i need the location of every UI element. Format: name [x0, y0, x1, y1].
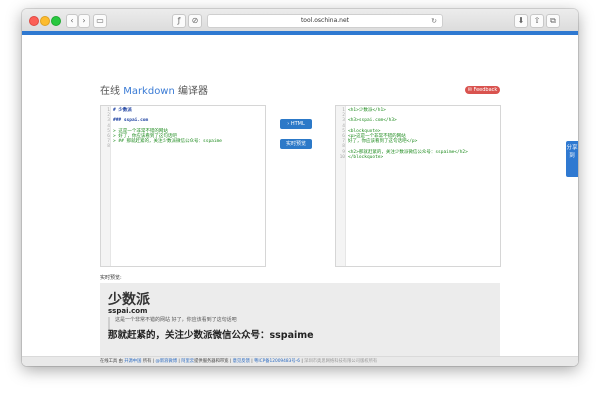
title-highlight: Markdown — [123, 86, 175, 97]
preview-quote-text: 这是一个非常不错的网站 好了，你应该看到了这句话吧 — [115, 317, 237, 323]
line-number: 8 — [107, 144, 110, 150]
code-text: <h3>sspai.com</h3> — [348, 118, 397, 124]
back-icon: ‹ — [70, 16, 74, 25]
site-footer: 在线工具 由 开源中国 所有 | @新浪微博 | 阿里云提供服务器和带宽 | 意… — [22, 356, 578, 366]
extension-button[interactable]: ƒ — [172, 14, 186, 28]
markdown-line: 8 — [103, 144, 222, 149]
code-text: 好了，你应该看到了这句话吧</p> — [348, 139, 418, 145]
block-button[interactable]: ⊘ — [188, 14, 202, 28]
preview-heading-3: sspai.com — [108, 307, 148, 315]
footer-text: 提供服务器和带宽 | — [194, 359, 233, 364]
sidebar-icon: ▭ — [96, 16, 104, 25]
title-prefix: 在线 — [100, 86, 124, 97]
code-text: # 少数派 — [113, 108, 132, 113]
browser-window: ‹ › ▭ ƒ ⊘ tool.oschina.net ↻ ⬇ ⇧ ⧉ 在线 Ma… — [22, 9, 578, 366]
page-title: 在线 Markdown 编译器 — [100, 82, 208, 97]
html-lines: 1 <h1>少数派</h1> 2 3 <h3>sspai.com</h3> 4 5 <bloc… — [338, 108, 468, 160]
code-text: </blockquote> — [348, 154, 384, 160]
code-text: <h1>少数派</h1> — [348, 108, 386, 113]
footer-link-aliyun[interactable]: 阿里云 — [181, 359, 194, 364]
browser-toolbar: ‹ › ▭ ƒ ⊘ tool.oschina.net ↻ ⬇ ⇧ ⧉ — [22, 9, 578, 32]
markdown-lines: 1 # 少数派 2 3 ### sspai.com 4 5 > 这是一个非常不错的网站 6 > 好… — [103, 108, 222, 150]
reload-icon[interactable]: ↻ — [431, 15, 437, 27]
footer-text: 所有 | — [141, 359, 156, 364]
html-output-editor[interactable]: 1 <h1>少数派</h1> 2 3 <h3>sspai.com</h3> 4 5 <bloc… — [335, 105, 501, 267]
download-icon: ⬇ — [517, 16, 525, 25]
live-preview-button[interactable]: 实时预览 — [280, 139, 312, 149]
tabs-button[interactable]: ⧉ — [546, 14, 560, 28]
share-side-tab[interactable]: 分享到 — [566, 141, 578, 177]
markdown-editor[interactable]: 1 # 少数派 2 3 ### sspai.com 4 5 > 这是一个非常不错的网站 6 > 好… — [100, 105, 266, 267]
code-text: > ## 那就赶紧的，关注少数派微信公众号：sspaime — [113, 139, 223, 145]
back-button[interactable]: ‹ — [66, 14, 78, 28]
line-number: 10 — [339, 154, 345, 160]
preview-panel: 少数派 sspai.com 这是一个非常不错的网站 好了，你应该看到了这句话吧 … — [100, 283, 500, 361]
footer-copyright: 深圳市奥思网络科技有限公司版权所有 — [304, 359, 378, 364]
download-button[interactable]: ⬇ — [514, 14, 528, 28]
html-line: 10 </blockquote> — [338, 155, 468, 160]
close-window-button[interactable] — [29, 16, 39, 26]
footer-link-icp[interactable]: 粤ICP备12009483号-6 — [254, 359, 300, 364]
title-suffix: 编译器 — [174, 86, 209, 97]
footer-text: 在线工具 由 — [100, 359, 125, 364]
extension-icon: ƒ — [177, 16, 181, 25]
preview-heading-1: 少数派 — [108, 292, 150, 308]
minimize-window-button[interactable] — [40, 16, 50, 26]
sidebar-button[interactable]: ▭ — [93, 14, 107, 28]
page-content: 在线 Markdown 编译器 ✉ Feedback 1 # 少数派 2 3 ### s… — [22, 35, 578, 366]
footer-link-oschina[interactable]: 开源中国 — [124, 359, 141, 364]
forward-button[interactable]: › — [78, 14, 90, 28]
feedback-button[interactable]: ✉ Feedback — [465, 86, 500, 94]
share-icon: ⇧ — [533, 16, 541, 25]
zoom-window-button[interactable] — [51, 16, 61, 26]
convert-html-button[interactable]: › HTML — [280, 119, 312, 129]
preview-heading-2: 那就赶紧的，关注少数派微信公众号：sspaime — [108, 330, 314, 341]
footer-link-weibo[interactable]: @新浪微博 — [156, 359, 177, 364]
url-text: tool.oschina.net — [300, 17, 350, 24]
address-bar[interactable]: tool.oschina.net ↻ — [207, 14, 443, 28]
share-button[interactable]: ⇧ — [530, 14, 544, 28]
markdown-line: 7 > ## 那就赶紧的，关注少数派微信公众号：sspaime — [103, 139, 222, 144]
preview-label: 实时预览: — [100, 275, 122, 281]
tabs-icon: ⧉ — [550, 16, 556, 25]
block-icon: ⊘ — [191, 16, 199, 25]
footer-link-feedback[interactable]: 意见反馈 — [233, 359, 250, 364]
code-text: ### sspai.com — [113, 118, 149, 124]
forward-icon: › — [82, 16, 86, 25]
